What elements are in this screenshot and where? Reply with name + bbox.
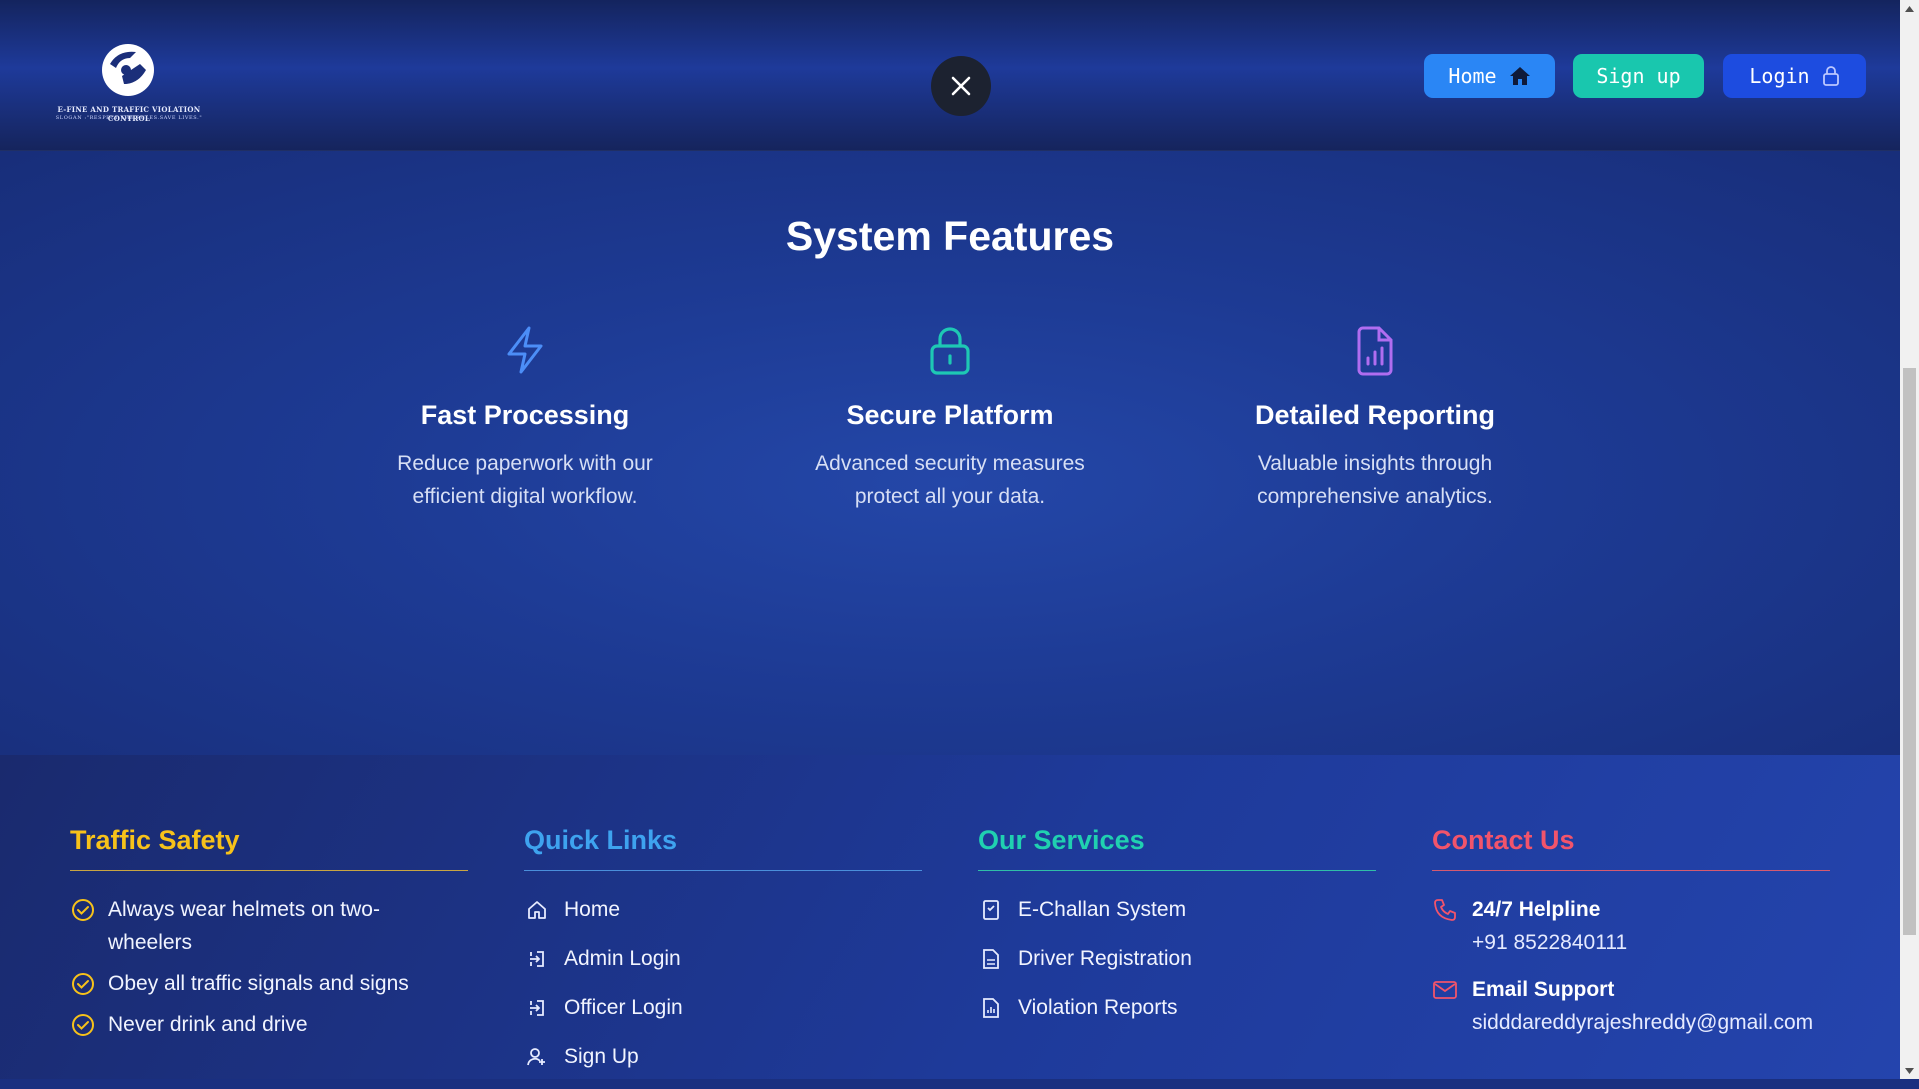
site-logo[interactable]: E-FINE AND TRAFFIC VIOLATION CONTROL SLO… <box>36 40 222 124</box>
site-footer: Traffic Safety Always wear helmets on tw… <box>0 755 1900 1079</box>
scrollbar-thumb[interactable] <box>1903 368 1916 935</box>
scroll-up-arrow[interactable] <box>1900 0 1919 17</box>
feature-description: Valuable insights through comprehensive … <box>1205 447 1545 513</box>
quick-link-admin-login[interactable]: Admin Login <box>524 942 922 975</box>
home-button-label: Home <box>1448 64 1497 88</box>
safety-tip-text: Always wear helmets on two- <box>108 898 380 921</box>
contact-email: Email Support sidddareddyrajeshreddy@gma… <box>1432 973 1830 1039</box>
scroll-down-arrow[interactable] <box>1900 1062 1919 1079</box>
feature-description-line: Reduce paperwork with our <box>397 452 653 475</box>
phone-icon <box>1434 898 1456 921</box>
lock-icon <box>930 327 970 375</box>
feature-description: Reduce paperwork with our efficient digi… <box>355 447 695 513</box>
service-label: E-Challan System <box>1018 898 1187 921</box>
feature-description-line: protect all your data. <box>854 485 1046 508</box>
helpline-label: 24/7 Helpline <box>1472 898 1601 921</box>
sign-in-icon <box>530 950 544 967</box>
service-label: Driver Registration <box>1018 947 1192 970</box>
contact-column: Contact Us 24/7 Helpline +91 8522840111 … <box>1432 825 1830 1053</box>
lock-icon <box>1822 66 1839 86</box>
quick-link-label: Sign Up <box>564 1045 639 1068</box>
close-menu-button[interactable] <box>931 56 991 116</box>
feature-description-line: efficient digital workflow. <box>412 485 638 508</box>
logo-mark-icon <box>102 44 154 96</box>
receipt-icon <box>983 899 999 920</box>
login-button[interactable]: Login <box>1723 54 1866 98</box>
caret-up-icon <box>1905 5 1914 12</box>
feature-description-line: Valuable insights through <box>1257 452 1493 475</box>
feature-description-line: comprehensive analytics. <box>1257 485 1493 508</box>
services-column: Our Services E-Challan System Driver Reg… <box>978 825 1376 1040</box>
feature-title: Detailed Reporting <box>1254 400 1496 430</box>
traffic-safety-title: Traffic Safety <box>70 825 468 871</box>
email-address[interactable]: sidddareddyrajeshreddy@gmail.com <box>1472 1006 1813 1039</box>
sign-in-icon <box>530 999 544 1016</box>
quick-link-sign-up[interactable]: Sign Up <box>524 1040 922 1073</box>
quick-link-home[interactable]: Home <box>524 893 922 926</box>
quick-link-officer-login[interactable]: Officer Login <box>524 991 922 1024</box>
helpline-number[interactable]: +91 8522840111 <box>1472 926 1627 959</box>
email-label: Email Support <box>1472 978 1615 1001</box>
feature-description-line: Advanced security measures <box>815 452 1085 475</box>
services-title: Our Services <box>978 825 1376 871</box>
contact-helpline: 24/7 Helpline +91 8522840111 <box>1432 893 1830 959</box>
service-violation-reports[interactable]: Violation Reports <box>978 991 1376 1024</box>
feature-card-fast-processing: Fast Processing Reduce paperwork with ou… <box>355 326 695 513</box>
feature-description: Advanced security measures protect all y… <box>780 447 1120 513</box>
check-circle-icon <box>72 898 94 921</box>
feature-title: Secure Platform <box>846 400 1054 430</box>
home-icon <box>1509 67 1530 85</box>
mail-icon <box>1433 980 1457 999</box>
service-driver-registration[interactable]: Driver Registration <box>978 942 1376 975</box>
page-scrollbar[interactable] <box>1900 0 1919 1079</box>
feature-card-detailed-reporting: Detailed Reporting Valuable insights thr… <box>1205 326 1545 513</box>
service-e-challan[interactable]: E-Challan System <box>978 893 1376 926</box>
signup-button[interactable]: Sign up <box>1573 54 1704 98</box>
quick-link-label: Home <box>564 898 621 921</box>
home-button[interactable]: Home <box>1424 54 1555 98</box>
login-button-label: Login <box>1749 64 1810 88</box>
quick-link-label: Admin Login <box>564 947 681 970</box>
home-icon <box>528 900 546 919</box>
check-circle-icon <box>72 1013 94 1036</box>
contact-title: Contact Us <box>1432 825 1830 871</box>
report-file-icon <box>1357 326 1393 376</box>
traffic-safety-column: Traffic Safety Always wear helmets on tw… <box>70 825 468 1049</box>
document-icon <box>983 948 999 969</box>
section-title: System Features <box>785 213 1115 259</box>
quick-link-label: Officer Login <box>564 996 683 1019</box>
safety-tip-text: wheelers <box>108 931 193 954</box>
safety-tip-text: Never drink and drive <box>108 1013 308 1036</box>
site-header: E-FINE AND TRAFFIC VIOLATION CONTROL SLO… <box>0 0 1900 151</box>
safety-tip: Never drink and drive <box>70 1008 468 1041</box>
feature-card-secure-platform: Secure Platform Advanced security measur… <box>780 326 1120 513</box>
service-label: Violation Reports <box>1018 996 1178 1019</box>
quick-links-title: Quick Links <box>524 825 922 871</box>
caret-down-icon <box>1905 1067 1914 1074</box>
signup-button-label: Sign up <box>1596 64 1681 88</box>
lightning-icon <box>507 326 543 374</box>
check-circle-icon <box>72 972 94 995</box>
quick-links-column: Quick Links Home Admin Login Officer Log… <box>524 825 922 1089</box>
close-icon <box>951 76 971 96</box>
safety-tip-text: Obey all traffic signals and signs <box>108 972 409 995</box>
feature-title: Fast Processing <box>420 400 630 430</box>
user-plus-icon <box>527 1047 545 1065</box>
safety-tip: Obey all traffic signals and signs <box>70 967 468 1000</box>
safety-tip: Always wear helmets on two-wheelers <box>70 893 468 959</box>
logo-slogan: SLOGAN :"RESPECT THE RULES.SAVE LIVES." <box>55 115 203 121</box>
system-features-section: System Features Fast Processing Reduce p… <box>0 151 1900 755</box>
report-file-icon <box>983 997 999 1018</box>
